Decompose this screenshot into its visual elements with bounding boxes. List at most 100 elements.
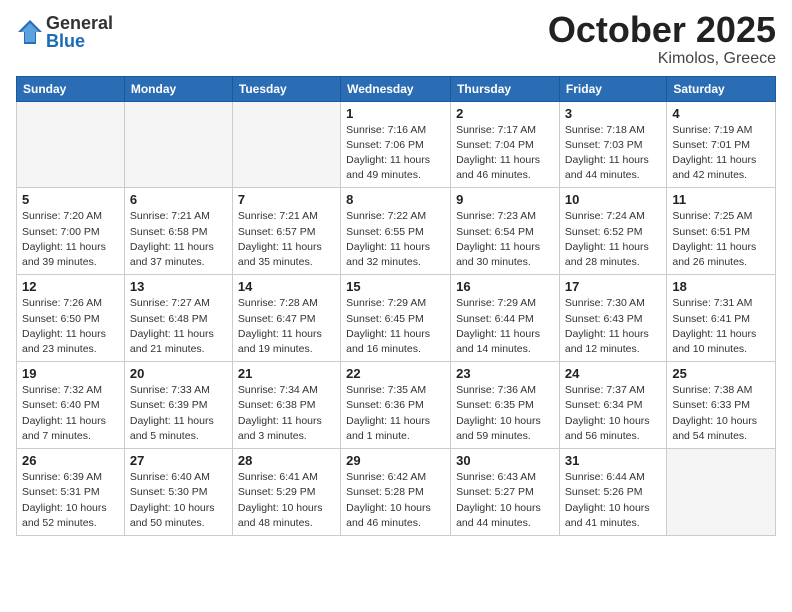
calendar-header-row: Sunday Monday Tuesday Wednesday Thursday… [17,76,776,101]
day-info: Sunrise: 7:17 AM Sunset: 7:04 PM Dayligh… [456,123,554,184]
day-info: Sunrise: 6:40 AM Sunset: 5:30 PM Dayligh… [130,470,227,531]
table-row: 25 Sunrise: 7:38 AM Sunset: 6:33 PM Dayli… [667,362,776,449]
table-row: 1 Sunrise: 7:16 AM Sunset: 7:06 PM Daylig… [341,101,451,188]
table-row: 17 Sunrise: 7:30 AM Sunset: 6:43 PM Dayli… [559,275,666,362]
day-number: 30 [456,453,554,468]
table-row: 6Sunrise: 7:21 AM Sunset: 6:58 PM Daylig… [124,188,232,275]
logo-icon [16,18,44,46]
table-row [124,101,232,188]
day-number: 3 [565,106,661,121]
header-saturday: Saturday [667,76,776,101]
table-row: 23Sunrise: 7:36 AM Sunset: 6:35 PM Dayli… [451,362,560,449]
day-info: Sunrise: 7:30 AM Sunset: 6:43 PM Dayligh… [565,296,661,357]
day-number: 5 [22,192,119,207]
day-number: 25 [672,366,770,381]
table-row: 4Sunrise: 7:19 AM Sunset: 7:01 PM Daylig… [667,101,776,188]
day-info: Sunrise: 7:25 AM Sunset: 6:51 PM Dayligh… [672,209,770,270]
day-number: 22 [346,366,445,381]
table-row [17,101,125,188]
day-number: 9 [456,192,554,207]
day-number: 7 [238,192,335,207]
table-row: 31 Sunrise: 6:44 AM Sunset: 5:26 PM Dayli… [559,449,666,536]
table-row: 29 Sunrise: 6:42 AM Sunset: 5:28 PM Dayli… [341,449,451,536]
day-number: 24 [565,366,661,381]
day-info: Sunrise: 7:20 AM Sunset: 7:00 PM Dayligh… [22,209,119,270]
day-number: 17 [565,279,661,294]
day-info: Sunrise: 7:18 AM Sunset: 7:03 PM Dayligh… [565,123,661,184]
table-row: 28 Sunrise: 6:41 AM Sunset: 5:29 PM Dayli… [232,449,340,536]
day-number: 19 [22,366,119,381]
header-friday: Friday [559,76,666,101]
day-info: Sunrise: 7:33 AM Sunset: 6:39 PM Dayligh… [130,383,227,444]
day-info: Sunrise: 7:19 AM Sunset: 7:01 PM Dayligh… [672,123,770,184]
month-title: October 2025 [548,10,776,50]
day-number: 31 [565,453,661,468]
table-row: 27 Sunrise: 6:40 AM Sunset: 5:30 PM Dayli… [124,449,232,536]
logo: General Blue [16,14,113,50]
day-number: 14 [238,279,335,294]
table-row [232,101,340,188]
day-number: 29 [346,453,445,468]
table-row: 5 Sunrise: 7:20 AM Sunset: 7:00 PM Daylig… [17,188,125,275]
day-info: Sunrise: 7:38 AM Sunset: 6:33 PM Dayligh… [672,383,770,444]
day-info: Sunrise: 7:32 AM Sunset: 6:40 PM Dayligh… [22,383,119,444]
table-row: 16 Sunrise: 7:29 AM Sunset: 6:44 PM Dayli… [451,275,560,362]
day-info: Sunrise: 7:29 AM Sunset: 6:44 PM Dayligh… [456,296,554,357]
day-number: 2 [456,106,554,121]
table-row: 26 Sunrise: 6:39 AM Sunset: 5:31 PM Dayli… [17,449,125,536]
table-row: 20Sunrise: 7:33 AM Sunset: 6:39 PM Dayli… [124,362,232,449]
day-number: 13 [130,279,227,294]
day-number: 10 [565,192,661,207]
table-row: 3 Sunrise: 7:18 AM Sunset: 7:03 PM Daylig… [559,101,666,188]
table-row: 11 Sunrise: 7:25 AM Sunset: 6:51 PM Dayli… [667,188,776,275]
day-info: Sunrise: 7:36 AM Sunset: 6:35 PM Dayligh… [456,383,554,444]
header: General Blue October 2025 Kimolos, Greec… [16,10,776,68]
table-row: 13Sunrise: 7:27 AM Sunset: 6:48 PM Dayli… [124,275,232,362]
header-tuesday: Tuesday [232,76,340,101]
day-info: Sunrise: 6:42 AM Sunset: 5:28 PM Dayligh… [346,470,445,531]
header-sunday: Sunday [17,76,125,101]
table-row: 15Sunrise: 7:29 AM Sunset: 6:45 PM Dayli… [341,275,451,362]
logo-general: General [46,14,113,32]
day-number: 28 [238,453,335,468]
day-number: 11 [672,192,770,207]
day-number: 15 [346,279,445,294]
table-row: 8 Sunrise: 7:22 AM Sunset: 6:55 PM Daylig… [341,188,451,275]
day-number: 8 [346,192,445,207]
day-info: Sunrise: 7:37 AM Sunset: 6:34 PM Dayligh… [565,383,661,444]
day-info: Sunrise: 7:24 AM Sunset: 6:52 PM Dayligh… [565,209,661,270]
day-number: 26 [22,453,119,468]
day-info: Sunrise: 7:21 AM Sunset: 6:57 PM Dayligh… [238,209,335,270]
table-row: 14 Sunrise: 7:28 AM Sunset: 6:47 PM Dayli… [232,275,340,362]
day-info: Sunrise: 7:35 AM Sunset: 6:36 PM Dayligh… [346,383,445,444]
day-number: 27 [130,453,227,468]
day-info: Sunrise: 6:44 AM Sunset: 5:26 PM Dayligh… [565,470,661,531]
table-row: 12Sunrise: 7:26 AM Sunset: 6:50 PM Dayli… [17,275,125,362]
day-info: Sunrise: 7:21 AM Sunset: 6:58 PM Dayligh… [130,209,227,270]
day-number: 18 [672,279,770,294]
table-row: 30 Sunrise: 6:43 AM Sunset: 5:27 PM Dayli… [451,449,560,536]
day-info: Sunrise: 7:16 AM Sunset: 7:06 PM Dayligh… [346,123,445,184]
day-info: Sunrise: 7:26 AM Sunset: 6:50 PM Dayligh… [22,296,119,357]
day-info: Sunrise: 6:43 AM Sunset: 5:27 PM Dayligh… [456,470,554,531]
logo-blue: Blue [46,32,113,50]
day-info: Sunrise: 7:34 AM Sunset: 6:38 PM Dayligh… [238,383,335,444]
title-block: October 2025 Kimolos, Greece [548,10,776,68]
subtitle: Kimolos, Greece [548,50,776,68]
table-row: 7 Sunrise: 7:21 AM Sunset: 6:57 PM Daylig… [232,188,340,275]
table-row: 19 Sunrise: 7:32 AM Sunset: 6:40 PM Dayli… [17,362,125,449]
header-monday: Monday [124,76,232,101]
table-row: 9Sunrise: 7:23 AM Sunset: 6:54 PM Daylig… [451,188,560,275]
table-row: 2 Sunrise: 7:17 AM Sunset: 7:04 PM Daylig… [451,101,560,188]
header-wednesday: Wednesday [341,76,451,101]
day-number: 21 [238,366,335,381]
table-row: 21 Sunrise: 7:34 AM Sunset: 6:38 PM Dayli… [232,362,340,449]
day-info: Sunrise: 7:22 AM Sunset: 6:55 PM Dayligh… [346,209,445,270]
day-info: Sunrise: 7:28 AM Sunset: 6:47 PM Dayligh… [238,296,335,357]
day-number: 1 [346,106,445,121]
logo-text: General Blue [46,14,113,50]
day-info: Sunrise: 6:39 AM Sunset: 5:31 PM Dayligh… [22,470,119,531]
header-thursday: Thursday [451,76,560,101]
day-number: 16 [456,279,554,294]
day-info: Sunrise: 6:41 AM Sunset: 5:29 PM Dayligh… [238,470,335,531]
